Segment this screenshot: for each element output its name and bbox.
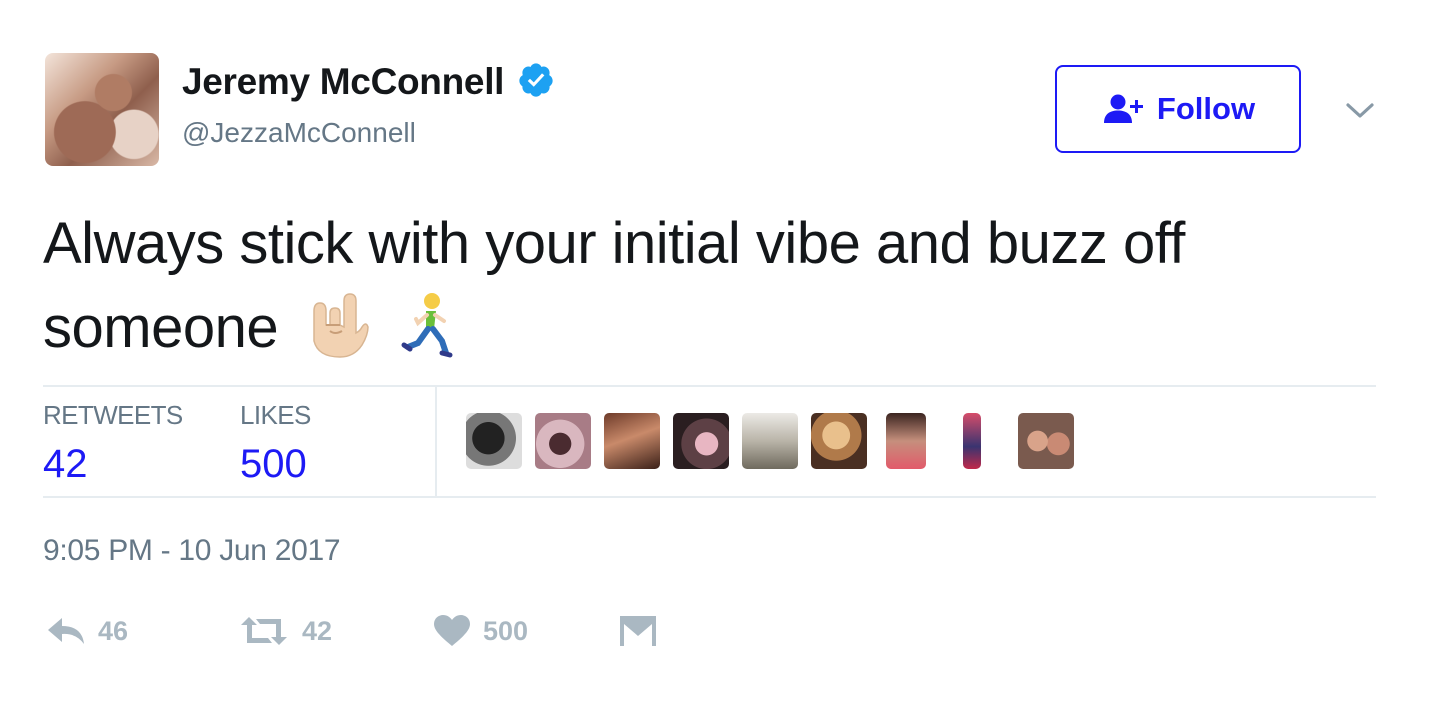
likes-label: LIKES <box>240 400 311 430</box>
retweet-count: 42 <box>302 615 333 646</box>
liker-avatar[interactable] <box>886 413 926 469</box>
like-count: 500 <box>483 615 529 646</box>
reply-count: 46 <box>98 615 129 646</box>
reply-icon <box>48 618 84 644</box>
tweet-text: Always stick with your initial vibe and … <box>43 202 1383 370</box>
likes-stat[interactable]: LIKES 500 <box>240 400 311 490</box>
avatar-photo <box>45 53 159 166</box>
retweets-value: 42 <box>43 442 88 486</box>
person-running-emoji <box>401 293 453 358</box>
verified-badge-icon <box>518 63 553 97</box>
divider-bottom <box>43 496 1376 498</box>
user-handle[interactable]: @JezzaMcConnell <box>182 113 416 153</box>
liker-avatar[interactable] <box>466 413 522 469</box>
tweet-actions: 46 42 500 <box>43 610 743 654</box>
liker-avatar[interactable] <box>604 413 660 469</box>
liker-avatar[interactable] <box>742 413 798 469</box>
user-name-block[interactable]: Jeremy McConnell <box>182 58 555 106</box>
avatar[interactable] <box>45 53 159 166</box>
stats-separator <box>435 386 437 497</box>
follow-button-label: Follow <box>1156 91 1256 126</box>
liker-avatar[interactable] <box>673 413 729 469</box>
liker-avatar[interactable] <box>963 413 981 469</box>
retweet-icon <box>241 617 287 645</box>
retweet-button[interactable]: 42 <box>238 614 332 648</box>
envelope-icon <box>620 616 656 646</box>
divider-top <box>43 385 1376 387</box>
direct-message-button[interactable] <box>618 612 658 648</box>
liker-avatar[interactable] <box>535 413 591 469</box>
like-button[interactable]: 500 <box>433 614 528 648</box>
liker-avatar[interactable] <box>811 413 867 469</box>
tweet-timestamp[interactable]: 9:05 PM - 10 Jun 2017 <box>43 531 341 571</box>
liker-avatar[interactable] <box>1018 413 1074 469</box>
sign-of-the-horns-emoji <box>313 293 369 358</box>
retweets-label: RETWEETS <box>43 400 183 430</box>
heart-icon <box>434 615 470 646</box>
tweet-text-content: Always stick with your initial vibe and … <box>43 211 1185 360</box>
retweets-stat[interactable]: RETWEETS 42 <box>43 400 183 490</box>
reply-button[interactable]: 46 <box>46 614 128 648</box>
tweet-card: Jeremy McConnell @JezzaMcConnell Follow … <box>0 0 1440 706</box>
display-name[interactable]: Jeremy McConnell <box>182 58 504 106</box>
add-user-icon <box>1103 94 1143 123</box>
likes-value: 500 <box>240 442 307 486</box>
chevron-down-icon[interactable] <box>1341 97 1379 125</box>
follow-button[interactable]: Follow <box>1055 65 1301 153</box>
